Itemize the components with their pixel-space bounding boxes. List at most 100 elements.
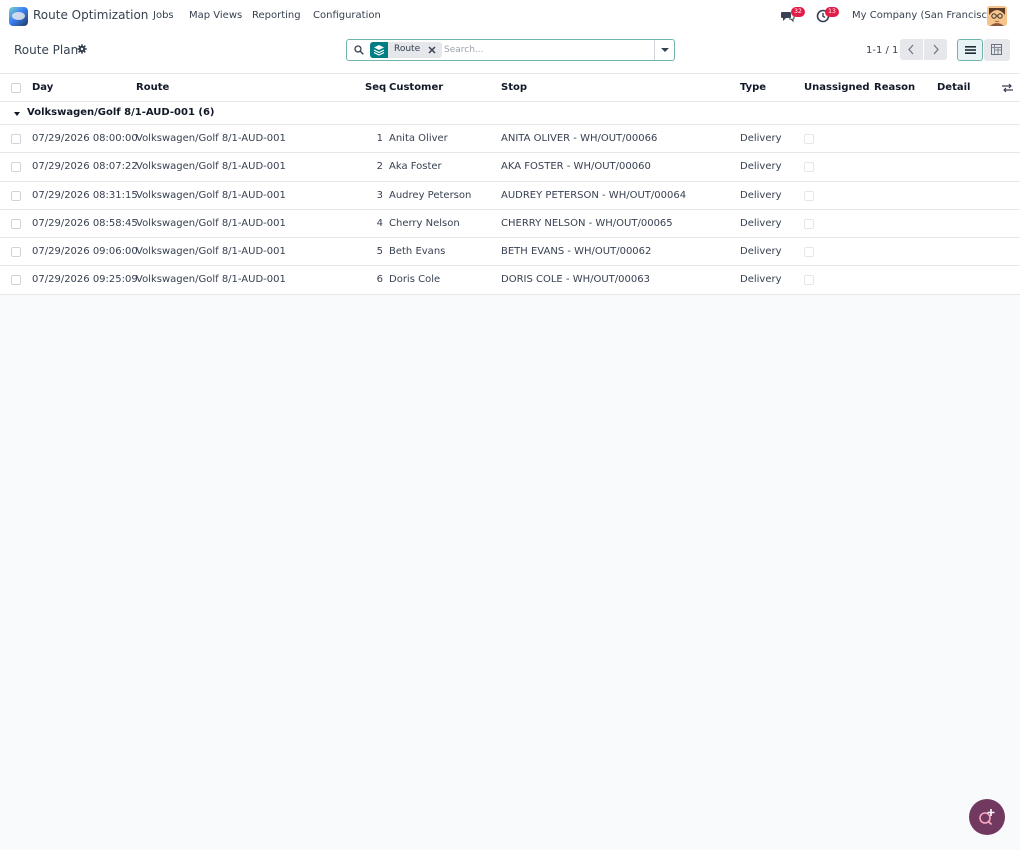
cell-day: 07/29/2026 08:07:22 — [32, 161, 138, 173]
chevron-right-icon — [933, 44, 939, 55]
control-panel: Route Plan Route Search... 1-1 / 1 — [0, 32, 1020, 74]
facet-label: Route — [394, 44, 421, 54]
row-checkbox[interactable] — [11, 275, 21, 286]
list-view-icon — [965, 46, 976, 54]
menu-map-views[interactable]: Map Views — [189, 10, 242, 21]
cell-type: Delivery — [740, 189, 782, 201]
cell-day: 07/29/2026 08:31:15 — [32, 189, 138, 201]
column-header-type[interactable]: Type — [740, 82, 766, 93]
menu-configuration[interactable]: Configuration — [313, 10, 381, 21]
cell-unassigned-checkbox — [804, 134, 814, 144]
company-switcher[interactable]: My Company (San Francisco) — [852, 10, 997, 21]
pivot-view-icon — [991, 44, 1002, 55]
gear-icon[interactable] — [77, 44, 87, 54]
top-navbar: Route Optimization Jobs Map Views Report… — [0, 0, 1020, 32]
cell-unassigned-checkbox — [804, 162, 814, 173]
pivot-view-button[interactable] — [984, 39, 1010, 61]
group-row[interactable]: Volkswagen/Golf 8/1-AUD-001 (6) — [0, 102, 1020, 125]
assistant-button[interactable] — [969, 799, 1005, 835]
cell-seq: 5 — [376, 246, 383, 258]
app-name[interactable]: Route Optimization — [33, 8, 148, 22]
cell-stop: DORIS COLE - WH/OUT/00063 — [501, 274, 650, 286]
close-icon[interactable] — [427, 45, 437, 55]
pager-previous-button[interactable] — [900, 39, 923, 60]
cell-route: Volkswagen/Golf 8/1-AUD-001 — [136, 274, 286, 286]
cell-day: 07/29/2026 08:00:00 — [32, 133, 138, 144]
cell-seq: 3 — [376, 189, 383, 201]
row-checkbox[interactable] — [11, 190, 21, 201]
cell-customer: Cherry Nelson — [389, 217, 460, 229]
cell-route: Volkswagen/Golf 8/1-AUD-001 — [136, 133, 286, 144]
table-row[interactable]: 07/29/2026 08:07:22 Volkswagen/Golf 8/1-… — [0, 153, 1020, 182]
row-checkbox[interactable] — [11, 247, 21, 258]
cell-stop: ANITA OLIVER - WH/OUT/00066 — [501, 133, 658, 144]
menu-reporting[interactable]: Reporting — [252, 10, 301, 21]
cell-unassigned-checkbox — [804, 275, 814, 286]
column-header-day[interactable]: Day — [32, 82, 53, 93]
search-options-toggle[interactable] — [654, 40, 674, 60]
cell-stop: CHERRY NELSON - WH/OUT/00065 — [501, 217, 673, 229]
cell-stop: BETH EVANS - WH/OUT/00062 — [501, 246, 652, 258]
route-plan-table: Day Route Seq Customer Stop Type Unassig… — [0, 74, 1020, 295]
column-header-route[interactable]: Route — [136, 82, 169, 93]
table-row[interactable]: 07/29/2026 09:06:00 Volkswagen/Golf 8/1-… — [0, 238, 1020, 267]
cell-customer: Beth Evans — [389, 246, 446, 258]
list-view-button[interactable] — [957, 39, 983, 61]
column-header-seq[interactable]: Seq — [365, 82, 386, 93]
row-checkbox[interactable] — [11, 134, 21, 144]
cell-unassigned-checkbox — [804, 190, 814, 201]
cell-day: 07/29/2026 08:58:45 — [32, 217, 138, 229]
table-header: Day Route Seq Customer Stop Type Unassig… — [0, 74, 1020, 102]
column-header-detail[interactable]: Detail — [937, 82, 970, 93]
select-all-checkbox[interactable] — [11, 83, 21, 93]
table-body: 07/29/2026 08:00:00 Volkswagen/Golf 8/1-… — [0, 125, 1020, 295]
row-checkbox[interactable] — [11, 162, 21, 173]
page-title[interactable]: Route Plan — [14, 43, 78, 57]
cell-type: Delivery — [740, 274, 782, 286]
column-header-customer[interactable]: Customer — [389, 82, 443, 93]
search-input[interactable] — [444, 41, 644, 59]
chevron-left-icon — [908, 44, 914, 55]
user-avatar[interactable] — [987, 6, 1007, 26]
search-icon[interactable] — [354, 45, 364, 55]
menu-jobs[interactable]: Jobs — [153, 10, 174, 21]
column-header-stop[interactable]: Stop — [501, 82, 527, 93]
messages-badge: 32 — [791, 7, 805, 17]
table-row[interactable]: 07/29/2026 09:25:09 Volkswagen/Golf 8/1-… — [0, 266, 1020, 295]
cell-seq: 6 — [376, 274, 383, 286]
cell-customer: Anita Oliver — [389, 133, 448, 144]
cell-customer: Doris Cole — [389, 274, 441, 286]
table-row[interactable]: 07/29/2026 08:58:45 Volkswagen/Golf 8/1-… — [0, 209, 1020, 239]
cell-seq: 4 — [376, 217, 383, 229]
cell-day: 07/29/2026 09:25:09 — [32, 274, 138, 286]
table-row[interactable]: 07/29/2026 08:31:15 Volkswagen/Golf 8/1-… — [0, 181, 1020, 210]
cell-seq: 2 — [376, 161, 383, 173]
cell-type: Delivery — [740, 133, 782, 144]
assistant-icon — [979, 809, 995, 826]
row-checkbox[interactable] — [11, 218, 21, 229]
pager-value[interactable]: 1-1 / 1 — [866, 45, 898, 56]
layers-icon — [370, 42, 388, 58]
pager-next-button[interactable] — [924, 39, 947, 60]
cell-type: Delivery — [740, 161, 782, 173]
column-settings-icon[interactable] — [1002, 83, 1013, 93]
column-header-reason[interactable]: Reason — [874, 82, 915, 93]
cell-route: Volkswagen/Golf 8/1-AUD-001 — [136, 189, 286, 201]
route-optimization-logo-icon[interactable] — [9, 7, 28, 26]
group-label: Volkswagen/Golf 8/1-AUD-001 (6) — [27, 107, 215, 118]
cell-customer: Aka Foster — [389, 161, 442, 173]
cell-stop: AUDREY PETERSON - WH/OUT/00064 — [501, 189, 687, 201]
table-row[interactable]: 07/29/2026 08:00:00 Volkswagen/Golf 8/1-… — [0, 125, 1020, 154]
cell-unassigned-checkbox — [804, 247, 814, 258]
cell-route: Volkswagen/Golf 8/1-AUD-001 — [136, 217, 286, 229]
search-facet: Route — [370, 42, 442, 58]
cell-customer: Audrey Peterson — [389, 189, 472, 201]
search-bar: Route — [346, 39, 675, 61]
cell-seq: 1 — [376, 133, 383, 144]
cell-type: Delivery — [740, 217, 782, 229]
column-header-unassigned[interactable]: Unassigned — [804, 82, 870, 93]
cell-day: 07/29/2026 09:06:00 — [32, 246, 138, 258]
activities-badge: 13 — [825, 7, 839, 17]
caret-down-icon — [14, 112, 20, 116]
cell-type: Delivery — [740, 246, 782, 258]
